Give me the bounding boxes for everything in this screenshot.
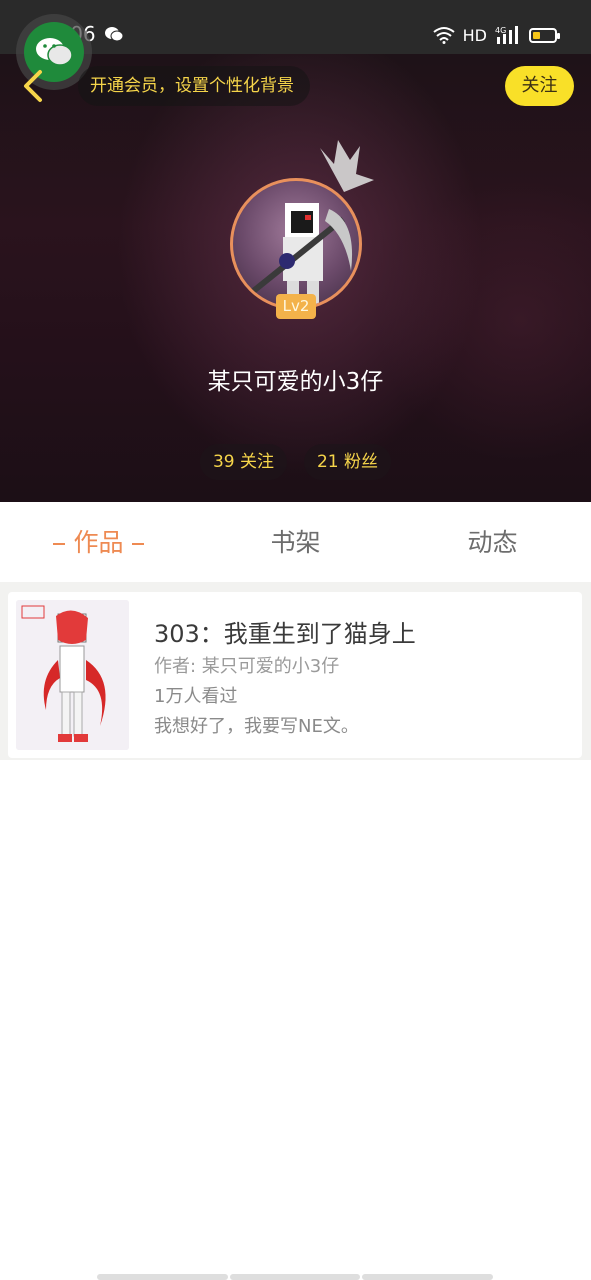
tab-works-label: 作品 [73, 528, 124, 557]
back-arrow-icon[interactable] [18, 66, 48, 106]
profile-header: 20:06 HD 4G [0, 0, 591, 502]
svg-text:4G: 4G [495, 26, 506, 35]
status-icons: HD 4G [433, 25, 560, 45]
follow-button[interactable]: 关注 [505, 66, 574, 106]
battery-icon [529, 27, 560, 43]
network-type: HD [462, 25, 487, 45]
level-badge: Lv2 [276, 294, 316, 319]
nav-gesture-bar-left [97, 1274, 228, 1280]
avatar[interactable] [230, 178, 362, 310]
fans-count[interactable]: 21 粉丝 [304, 444, 391, 480]
profile-tabs: 作品 书架 动态 [0, 502, 591, 582]
wifi-icon [433, 27, 455, 44]
tab-moments[interactable]: 动态 [394, 502, 591, 582]
book-description: 我想好了，我要写NE文。 [154, 716, 359, 737]
nav-gesture-bar-center [230, 1274, 360, 1280]
book-cover-image [16, 600, 129, 750]
wechat-notification-icon [105, 27, 124, 42]
book-title[interactable]: 303：我重生到了猫身上 [154, 614, 416, 649]
book-cover[interactable] [16, 600, 129, 750]
vip-background-banner[interactable]: 开通会员，设置个性化背景 [78, 66, 310, 106]
following-count[interactable]: 39 关注 [200, 444, 287, 480]
signal-icon: 4G [495, 26, 518, 44]
book-views: 1万人看过 [154, 686, 238, 707]
avatar-image [249, 203, 353, 307]
nav-gesture-bar-right [362, 1274, 493, 1280]
book-author: 作者: 某只可爱的小3仔 [154, 656, 340, 677]
tab-works[interactable]: 作品 [0, 502, 197, 582]
tab-bookshelf[interactable]: 书架 [197, 502, 394, 582]
nickname: 某只可爱的小3仔 [207, 369, 384, 395]
